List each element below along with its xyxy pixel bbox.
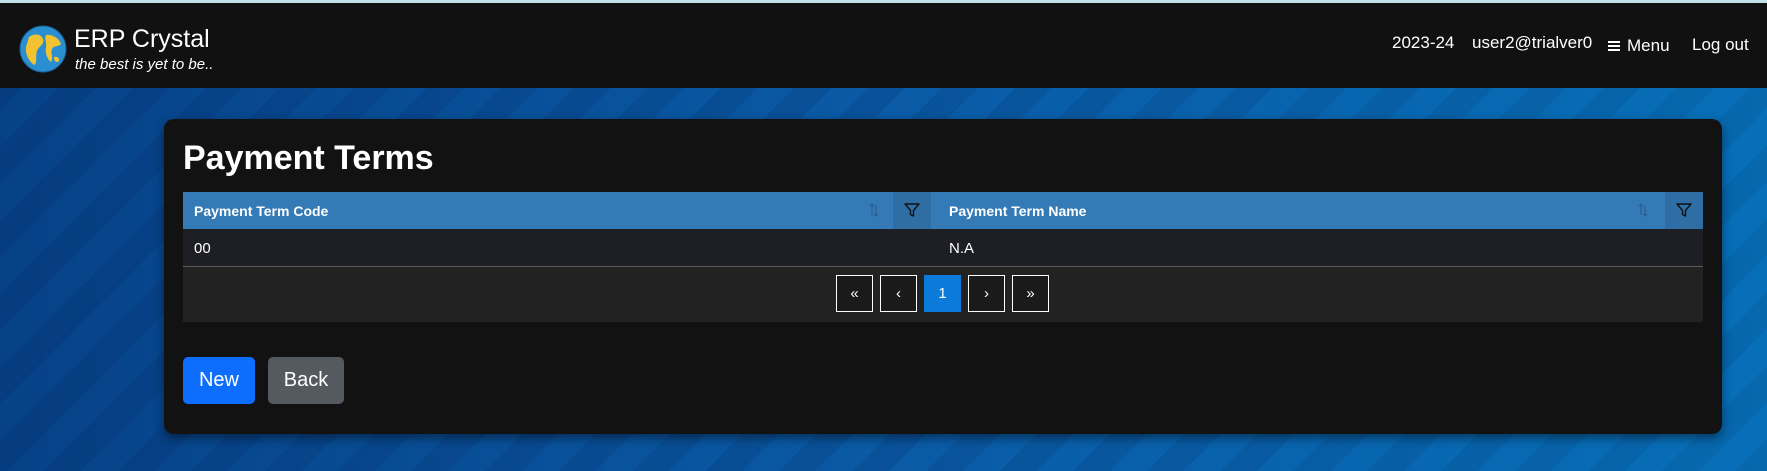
- payment-terms-card: Payment Terms Payment Term Code Payment …: [164, 119, 1722, 434]
- column-header-code[interactable]: Payment Term Code: [183, 192, 893, 229]
- pager: « ‹ 1 › »: [183, 267, 1703, 322]
- current-page-button[interactable]: 1: [924, 275, 961, 312]
- filter-icon: [904, 203, 920, 217]
- cell-name: N.A: [949, 240, 975, 257]
- page-title: Payment Terms: [183, 139, 434, 177]
- menu-button[interactable]: Menu: [1608, 36, 1670, 56]
- prev-page-button[interactable]: ‹: [880, 275, 917, 312]
- current-user[interactable]: user2@trialver0: [1472, 33, 1592, 53]
- column-header-label: Payment Term Name: [949, 203, 1087, 219]
- menu-label: Menu: [1627, 36, 1670, 55]
- table-row[interactable]: 00 N.A: [183, 229, 1703, 267]
- grid-header: Payment Term Code Payment Term Name: [183, 192, 1703, 229]
- back-button[interactable]: Back: [268, 357, 344, 404]
- cell-code: 00: [194, 240, 211, 257]
- filter-name-button[interactable]: [1665, 192, 1703, 229]
- app-title: ERP Crystal: [74, 25, 210, 53]
- payment-terms-grid: Payment Term Code Payment Term Name 00 N…: [183, 192, 1703, 322]
- column-header-label: Payment Term Code: [194, 203, 329, 219]
- new-button[interactable]: New: [183, 357, 255, 404]
- navbar: ERP Crystal the best is yet to be.. 2023…: [0, 3, 1767, 88]
- logout-link[interactable]: Log out: [1692, 35, 1749, 55]
- sort-icon[interactable]: [869, 203, 879, 217]
- filter-code-button[interactable]: [893, 192, 931, 229]
- menu-icon: [1608, 41, 1620, 51]
- first-page-button[interactable]: «: [836, 275, 873, 312]
- app-tagline: the best is yet to be..: [75, 56, 214, 73]
- next-page-button[interactable]: ›: [968, 275, 1005, 312]
- globe-logo-icon[interactable]: [19, 25, 67, 73]
- column-header-name[interactable]: Payment Term Name: [938, 192, 1665, 229]
- filter-icon: [1676, 203, 1692, 217]
- last-page-button[interactable]: »: [1012, 275, 1049, 312]
- sort-icon[interactable]: [1638, 203, 1648, 217]
- financial-year[interactable]: 2023-24: [1392, 33, 1454, 53]
